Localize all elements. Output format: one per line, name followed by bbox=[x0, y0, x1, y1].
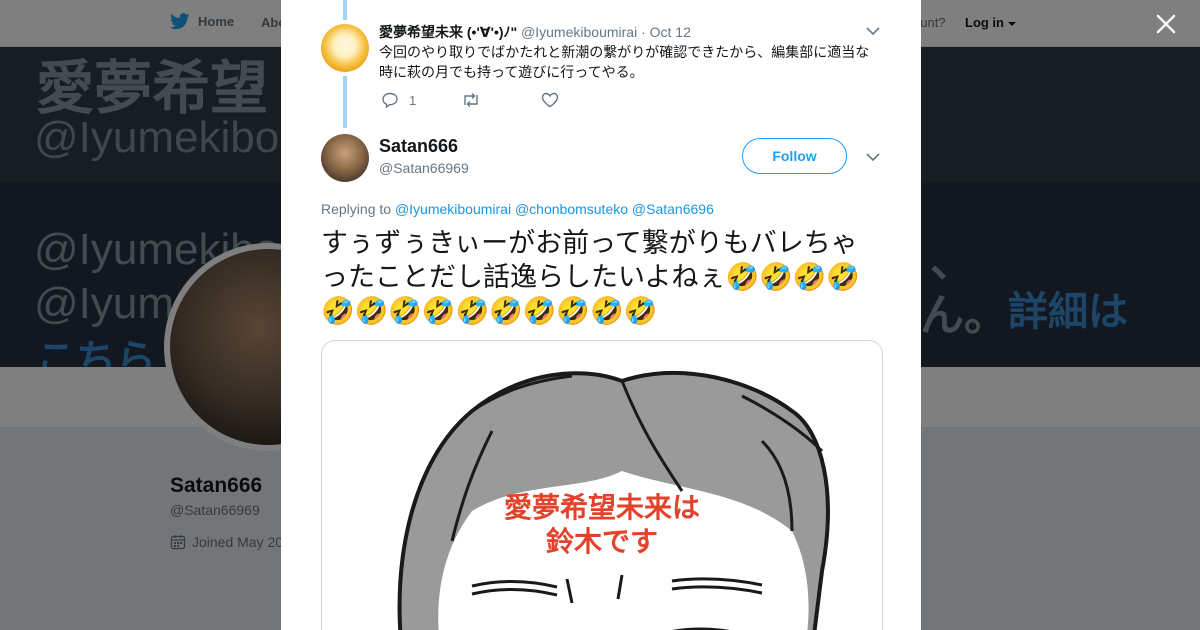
previous-tweet-date[interactable]: · Oct 12 bbox=[641, 24, 691, 40]
previous-tweet-header: 愛夢希望未来 (•'∀'•)ﾉ" @Iyumekiboumirai · Oct … bbox=[379, 22, 691, 42]
reply-icon bbox=[382, 92, 398, 108]
tweet-author-handle[interactable]: @Satan66969 bbox=[379, 160, 469, 176]
tweet-author-avatar[interactable] bbox=[321, 134, 369, 182]
replying-to-line: Replying to @Iyumekiboumirai @chonbomsut… bbox=[321, 201, 714, 217]
tweet-author-name[interactable]: Satan666 bbox=[379, 136, 458, 157]
thread-connector bbox=[343, 0, 347, 20]
retweet-icon bbox=[464, 93, 478, 107]
previous-tweet-actions: 1 bbox=[381, 92, 559, 108]
reply-button[interactable]: 1 bbox=[381, 92, 461, 108]
tweet-modal: 愛夢希望未来 (•'∀'•)ﾉ" @Iyumekiboumirai · Oct … bbox=[281, 0, 921, 630]
reply-count: 1 bbox=[409, 92, 417, 108]
chevron-down-icon[interactable] bbox=[865, 24, 881, 38]
mention-link[interactable]: @chonbomsuteko bbox=[515, 201, 628, 217]
like-button[interactable] bbox=[541, 92, 559, 108]
media-caption-line: 鈴木です bbox=[545, 525, 658, 558]
previous-tweet-text: 今回のやり取りでばかたれと新潮の繋がりが確認できたから、編集部に適当な時に萩の月… bbox=[379, 44, 870, 80]
chevron-down-icon[interactable] bbox=[865, 150, 881, 164]
mention-link[interactable]: @Satan6696 bbox=[632, 201, 714, 217]
like-icon bbox=[541, 92, 559, 108]
previous-tweet-avatar[interactable] bbox=[321, 24, 369, 72]
thread-connector bbox=[343, 76, 347, 128]
media-caption: 愛夢希望未来は 鈴木です bbox=[322, 491, 882, 559]
media-caption-line: 愛夢希望未来は bbox=[503, 491, 700, 524]
tweet-text: すぅずぅきぃーがお前って繋がりもバレちゃったことだし話逸らしたいよねぇ🤣🤣🤣🤣🤣… bbox=[321, 228, 860, 326]
manga-face-illustration bbox=[397, 370, 830, 630]
replying-to-label: Replying to bbox=[321, 201, 392, 217]
tweet-media-image[interactable]: 愛夢希望未来は 鈴木です bbox=[321, 340, 883, 630]
previous-tweet-author-name[interactable]: 愛夢希望未来 (•'∀'•)ﾉ" bbox=[379, 24, 517, 40]
follow-button[interactable]: Follow bbox=[742, 138, 847, 174]
retweet-button[interactable] bbox=[461, 92, 541, 108]
previous-tweet-author-handle[interactable]: @Iyumekiboumirai bbox=[521, 24, 637, 40]
mention-link[interactable]: @Iyumekiboumirai bbox=[395, 201, 511, 217]
close-icon[interactable] bbox=[1152, 10, 1180, 38]
